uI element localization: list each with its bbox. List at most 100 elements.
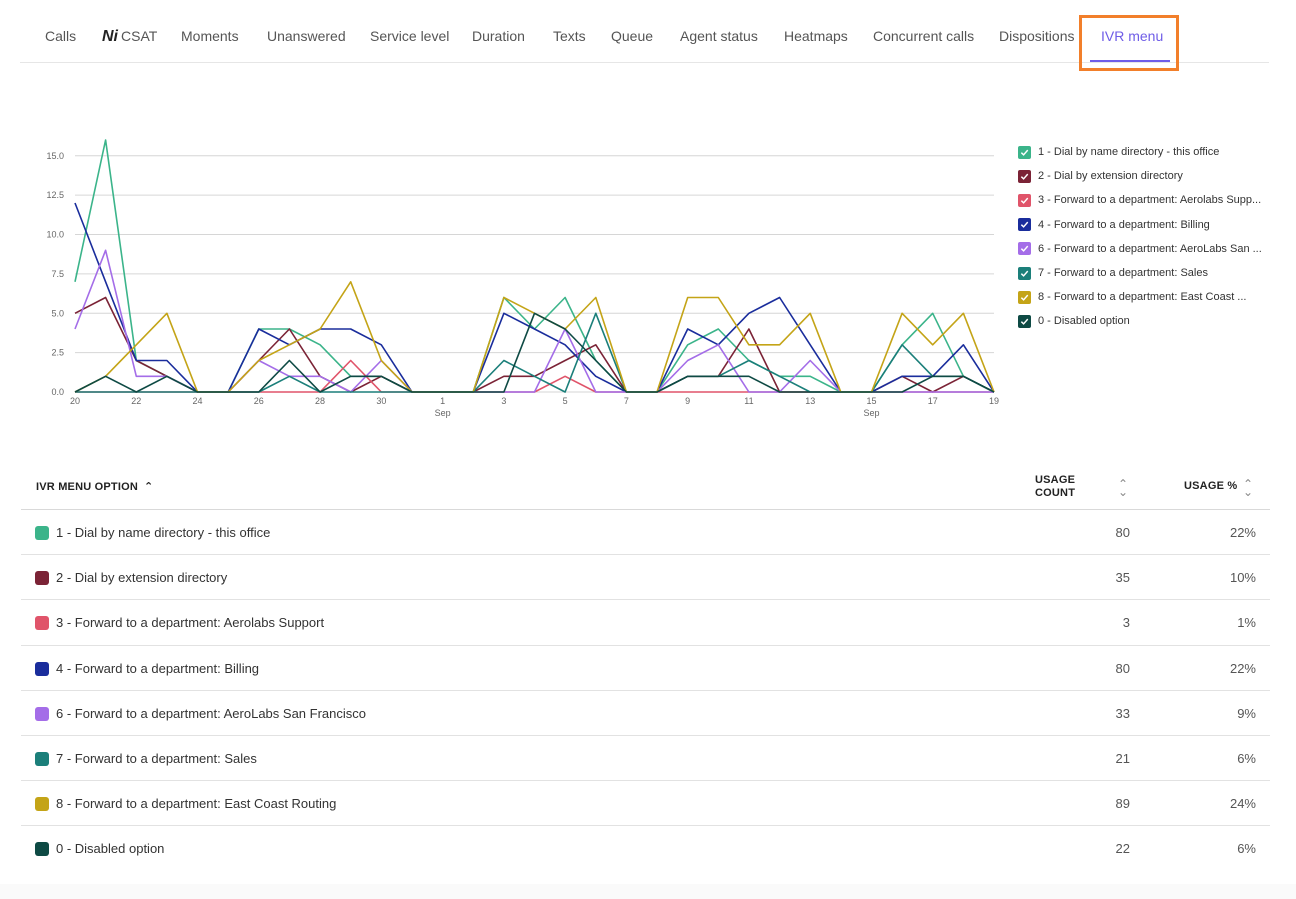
footer-strip: [0, 884, 1296, 899]
legend-item-label: 4 - Forward to a department: Billing: [1038, 218, 1210, 231]
checkbox-checked-icon[interactable]: [1018, 193, 1031, 207]
column-header-usage-count-line2: COUNT: [1035, 487, 1076, 499]
sort-ascending-icon[interactable]: ⌃: [144, 480, 153, 493]
legend-item-label: 6 - Forward to a department: AeroLabs Sa…: [1038, 242, 1262, 255]
usage-count-value: 35: [1115, 570, 1130, 586]
table-row[interactable]: 3 - Forward to a department: Aerolabs Su…: [21, 600, 1270, 646]
tab-texts[interactable]: Texts: [553, 28, 586, 44]
legend-item-label: 2 - Dial by extension directory: [1038, 170, 1183, 183]
usage-pct-value: 24%: [1229, 796, 1256, 812]
ivr-option-label: 3 - Forward to a department: Aerolabs Su…: [56, 615, 325, 631]
legend-item[interactable]: 8 - Forward to a department: East Coast …: [1018, 285, 1280, 309]
x-tick-label: 1: [440, 396, 445, 406]
x-tick-label: 13: [805, 396, 815, 406]
x-tick-label: 15: [866, 396, 876, 406]
x-tick-label: 5: [563, 396, 568, 406]
x-tick-sublabel: Sep: [435, 408, 451, 418]
tab-dispositions[interactable]: Dispositions: [999, 28, 1074, 44]
tab-queue[interactable]: Queue: [611, 28, 653, 44]
tab-calls[interactable]: Calls: [45, 28, 76, 44]
legend-item[interactable]: 4 - Forward to a department: Billing: [1018, 213, 1280, 237]
column-header-usage-count-line1: USAGE: [1035, 474, 1076, 486]
table-row[interactable]: 4 - Forward to a department: Billing 80 22…: [21, 646, 1270, 691]
ivr-option-label: 7 - Forward to a department: Sales: [56, 750, 257, 766]
x-tick-label: 7: [624, 396, 629, 406]
table-row[interactable]: 6 - Forward to a department: AeroLabs Sa…: [21, 691, 1270, 736]
color-swatch: [35, 526, 49, 540]
table-row[interactable]: 0 - Disabled option 22 6%: [21, 826, 1270, 871]
table-row[interactable]: 1 - Dial by name directory - this office…: [21, 510, 1270, 556]
usage-pct-value: 6%: [1237, 750, 1256, 766]
color-swatch: [35, 706, 49, 721]
sort-usage-count-icon[interactable]: ⌃ ⌄: [1118, 478, 1128, 498]
y-tick-label: 7.5: [51, 269, 64, 279]
column-header-usage-count[interactable]: USAGE COUNT: [1035, 474, 1075, 500]
legend-item-label: 7 - Forward to a department: Sales: [1038, 267, 1208, 280]
usage-pct-value: 9%: [1237, 705, 1256, 721]
column-header-option[interactable]: IVR MENU OPTION ⌃: [36, 480, 153, 493]
usage-pct-value: 6%: [1237, 841, 1256, 857]
tab-csat[interactable]: Ni CSAT: [102, 28, 157, 46]
column-header-usage-pct[interactable]: USAGE %: [1184, 480, 1237, 492]
legend-item-label: 0 - Disabled option: [1038, 315, 1130, 328]
table-row[interactable]: 8 - Forward to a department: East Coast …: [21, 781, 1270, 827]
color-swatch: [35, 751, 49, 766]
table-body: 1 - Dial by name directory - this office…: [21, 510, 1270, 872]
series-line-2: [74, 296, 995, 393]
legend-item[interactable]: 0 - Disabled option: [1018, 309, 1280, 333]
ivr-option-label: 2 - Dial by extension directory: [56, 570, 228, 586]
legend-item[interactable]: 6 - Forward to a department: AeroLabs Sa…: [1018, 237, 1280, 261]
table-row[interactable]: 7 - Forward to a department: Sales 21 6%: [21, 736, 1270, 782]
ivr-usage-table: IVR MENU OPTION ⌃ USAGE COUNT ⌃ ⌄ USAGE % …: [21, 462, 1270, 872]
checkbox-checked-icon[interactable]: [1018, 266, 1031, 280]
tab-heatmaps[interactable]: Heatmaps: [784, 28, 848, 44]
checkbox-checked-icon[interactable]: [1018, 290, 1031, 304]
legend-item[interactable]: 3 - Forward to a department: Aerolabs Su…: [1018, 188, 1280, 212]
usage-pct-value: 22%: [1229, 525, 1256, 540]
y-tick-label: 10.0: [46, 230, 64, 240]
ai-icon: Ni: [102, 28, 118, 45]
y-tick-label: 2.5: [51, 348, 64, 358]
usage-count-value: 80: [1115, 525, 1130, 540]
ivr-option-label: 0 - Disabled option: [56, 841, 165, 857]
x-tick-label: 19: [989, 396, 999, 406]
usage-pct-value: 1%: [1237, 615, 1256, 631]
usage-count-value: 3: [1122, 615, 1130, 631]
tab-csat-label: CSAT: [121, 28, 158, 44]
legend-item[interactable]: 7 - Forward to a department: Sales: [1018, 261, 1280, 285]
annotation-highlight-box: [1079, 15, 1179, 71]
series-line-5: [74, 249, 994, 393]
legend-item[interactable]: 1 - Dial by name directory - this office: [1018, 140, 1280, 164]
checkbox-checked-icon[interactable]: [1018, 145, 1031, 159]
table-row[interactable]: 2 - Dial by extension directory 35 10%: [21, 555, 1270, 601]
ivr-option-label: 1 - Dial by name directory - this office: [56, 525, 271, 540]
legend-item-label: 8 - Forward to a department: East Coast …: [1038, 291, 1247, 304]
ivr-option-label: 8 - Forward to a department: East Coast …: [56, 796, 337, 812]
tab-service-level[interactable]: Service level: [370, 28, 449, 44]
series-line-4: [74, 202, 995, 393]
tab-concurrent-calls[interactable]: Concurrent calls: [873, 28, 974, 44]
usage-count-value: 21: [1115, 750, 1130, 766]
legend-item[interactable]: 2 - Dial by extension directory: [1018, 164, 1280, 188]
tab-unanswered[interactable]: Unanswered: [267, 28, 346, 44]
x-tick-label: 26: [254, 396, 264, 406]
usage-pct-value: 10%: [1229, 570, 1256, 586]
tab-agent-status[interactable]: Agent status: [680, 28, 758, 44]
color-swatch: [35, 661, 49, 676]
sort-usage-pct-icon[interactable]: ⌃ ⌄: [1243, 478, 1253, 498]
x-tick-label: 28: [315, 396, 325, 406]
legend-item-label: 3 - Forward to a department: Aerolabs Su…: [1038, 194, 1262, 207]
series-line-1: [74, 139, 995, 393]
chart-legend: 1 - Dial by name directory - this office…: [1018, 140, 1280, 334]
y-tick-label: 15.0: [46, 151, 64, 161]
x-tick-label: 30: [376, 396, 386, 406]
x-tick-label: 17: [928, 396, 938, 406]
usage-count-value: 33: [1115, 705, 1130, 721]
tab-duration[interactable]: Duration: [472, 28, 525, 44]
checkbox-checked-icon[interactable]: [1018, 314, 1031, 328]
checkbox-checked-icon[interactable]: [1018, 242, 1031, 256]
tab-moments[interactable]: Moments: [181, 28, 239, 44]
checkbox-checked-icon[interactable]: [1018, 218, 1031, 232]
checkbox-checked-icon[interactable]: [1018, 169, 1031, 183]
ivr-usage-line-chart: 0.0 2.5 5.0 7.5 10.0 12.5 15.0 20 22 24 26 28 30 1 Se…: [46, 139, 999, 418]
